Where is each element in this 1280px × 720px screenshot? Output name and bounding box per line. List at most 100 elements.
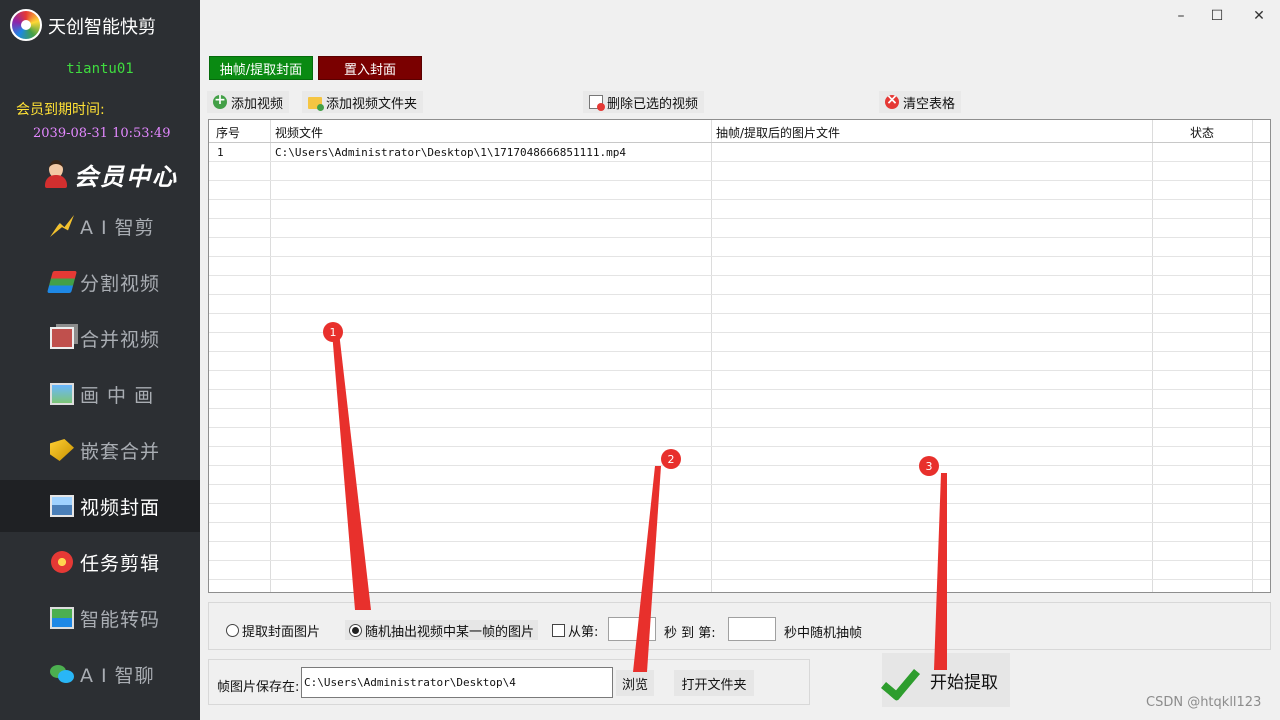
checkbox-icon xyxy=(552,623,565,637)
tab-insert-cover[interactable]: 置入封面 xyxy=(318,56,422,80)
app-title: 天创智能快剪 xyxy=(48,17,156,38)
delete-selected-icon xyxy=(589,95,605,111)
open-folder-button[interactable]: 打开文件夹 xyxy=(674,670,754,696)
from-second-input[interactable] xyxy=(608,617,656,641)
clear-table-label: 清空表格 xyxy=(903,96,956,112)
table-row-divider xyxy=(209,313,1270,314)
nav-label: 画 中 画 xyxy=(80,384,155,407)
folder-add-icon xyxy=(308,97,324,111)
table-row-divider xyxy=(209,560,1270,561)
nav-label: 智能转码 xyxy=(80,608,161,631)
nav-label: 合并视频 xyxy=(80,328,161,351)
column-header-output-file[interactable]: 抽帧/提取后的图片文件 xyxy=(716,124,840,141)
expiry-time: 2039-08-31 10:53:49 xyxy=(33,126,171,141)
save-path-label: 帧图片保存在: xyxy=(217,680,300,695)
split-video-icon xyxy=(47,271,77,293)
ai-cut-icon xyxy=(50,215,74,237)
table-row-index[interactable]: 1 xyxy=(217,146,224,159)
save-path-input[interactable]: C:\Users\Administrator\Desktop\4 xyxy=(301,667,613,698)
clear-table-button[interactable]: 清空表格 xyxy=(879,91,962,113)
table-row-divider xyxy=(209,294,1270,295)
nav-task-edit[interactable]: 任务剪辑 xyxy=(0,536,200,588)
close-button[interactable]: ✕ xyxy=(1244,4,1274,28)
maximize-button[interactable]: ☐ xyxy=(1202,4,1232,28)
radio-selected-icon xyxy=(349,623,362,637)
table-row-file[interactable]: C:\Users\Administrator\Desktop\1\1717048… xyxy=(275,146,626,159)
table-row-divider xyxy=(209,370,1270,371)
from-label: 从第: xyxy=(568,624,599,640)
nav-merge-video[interactable]: 合并视频 xyxy=(0,312,200,364)
table-row-divider xyxy=(209,351,1270,352)
nav-video-cover[interactable]: 视频封面 xyxy=(0,480,200,532)
nav-pip[interactable]: 画 中 画 xyxy=(0,368,200,420)
table-row-divider xyxy=(209,180,1270,181)
extract-cover-radio[interactable]: 提取封面图片 xyxy=(222,620,324,640)
checkmark-icon xyxy=(886,663,920,697)
annotation-marker-2: 2 xyxy=(661,449,681,469)
nav-label: 视频封面 xyxy=(80,496,161,519)
random-frame-radio[interactable]: 随机抽出视频中某一帧的图片 xyxy=(345,620,539,640)
transcode-icon xyxy=(50,607,74,629)
member-center-button[interactable]: 会员中心 xyxy=(42,156,178,192)
annotation-marker-1: 1 xyxy=(323,322,343,342)
table-row-divider xyxy=(209,199,1270,200)
nav-nest-merge[interactable]: 嵌套合并 xyxy=(0,424,200,476)
column-header-video-file[interactable]: 视频文件 xyxy=(275,124,323,141)
browse-button[interactable]: 浏览 xyxy=(616,670,654,696)
minimize-button[interactable]: – xyxy=(1166,4,1196,28)
expiry-label: 会员到期时间: xyxy=(16,102,105,118)
extract-cover-label: 提取封面图片 xyxy=(242,624,321,640)
nav-ai-cut[interactable]: A I 智剪 xyxy=(0,200,200,252)
add-folder-label: 添加视频文件夹 xyxy=(326,96,418,112)
table-row-divider xyxy=(209,389,1270,390)
nav-ai-chat[interactable]: A I 智聊 xyxy=(0,648,200,700)
nav-label: 分割视频 xyxy=(80,272,161,295)
table-row-divider xyxy=(209,465,1270,466)
table-row-divider xyxy=(209,541,1270,542)
member-avatar-icon xyxy=(42,159,70,189)
start-extract-label: 开始提取 xyxy=(930,672,998,693)
nav-split-video[interactable]: 分割视频 xyxy=(0,256,200,308)
add-video-button[interactable]: 添加视频 xyxy=(207,91,290,113)
watermark: CSDN @htqkll123 xyxy=(1146,695,1262,710)
table-row-divider xyxy=(209,332,1270,333)
column-header-status[interactable]: 状态 xyxy=(1190,124,1214,141)
nav-transcode[interactable]: 智能转码 xyxy=(0,592,200,644)
table-row-divider xyxy=(209,522,1270,523)
nav-label: 任务剪辑 xyxy=(80,552,161,575)
table-row-divider xyxy=(209,446,1270,447)
nav-label: A I 智聊 xyxy=(80,664,155,687)
to-second-input[interactable] xyxy=(728,617,776,641)
clear-x-icon xyxy=(885,92,899,109)
video-table[interactable]: 序号 视频文件 抽帧/提取后的图片文件 状态 1 C:\Users\Admini… xyxy=(208,119,1271,593)
username: tiantu01 xyxy=(66,61,134,77)
merge-video-icon xyxy=(50,327,74,349)
table-row-divider xyxy=(209,484,1270,485)
add-video-label: 添加视频 xyxy=(231,96,284,112)
nest-merge-icon xyxy=(50,439,74,461)
nav-label: 嵌套合并 xyxy=(80,440,161,463)
nav-label: A I 智剪 xyxy=(80,216,155,239)
table-row-divider xyxy=(209,579,1270,580)
table-row-divider xyxy=(209,275,1270,276)
add-folder-button[interactable]: 添加视频文件夹 xyxy=(302,91,424,113)
table-row-divider xyxy=(209,427,1270,428)
member-center-label: 会员中心 xyxy=(74,161,178,191)
add-circle-icon xyxy=(213,92,227,109)
ai-chat-icon xyxy=(50,663,74,685)
from-second-checkbox[interactable]: 从第: xyxy=(548,620,602,640)
radio-circle-icon xyxy=(226,623,239,637)
app-logo-icon xyxy=(10,9,42,41)
tab-extract-cover[interactable]: 抽帧/提取封面 xyxy=(209,56,313,80)
annotation-marker-3: 3 xyxy=(919,456,939,476)
table-row-divider xyxy=(209,161,1270,162)
delete-selected-button[interactable]: 删除已选的视频 xyxy=(583,91,705,113)
task-edit-icon xyxy=(50,551,74,573)
sec-to-label: 秒 到 第: xyxy=(664,626,716,641)
column-header-index[interactable]: 序号 xyxy=(216,124,240,141)
video-cover-icon xyxy=(50,495,74,517)
delete-selected-label: 删除已选的视频 xyxy=(607,96,699,112)
table-row-divider xyxy=(209,218,1270,219)
start-extract-button[interactable]: 开始提取 xyxy=(882,653,1010,707)
table-row-divider xyxy=(209,256,1270,257)
